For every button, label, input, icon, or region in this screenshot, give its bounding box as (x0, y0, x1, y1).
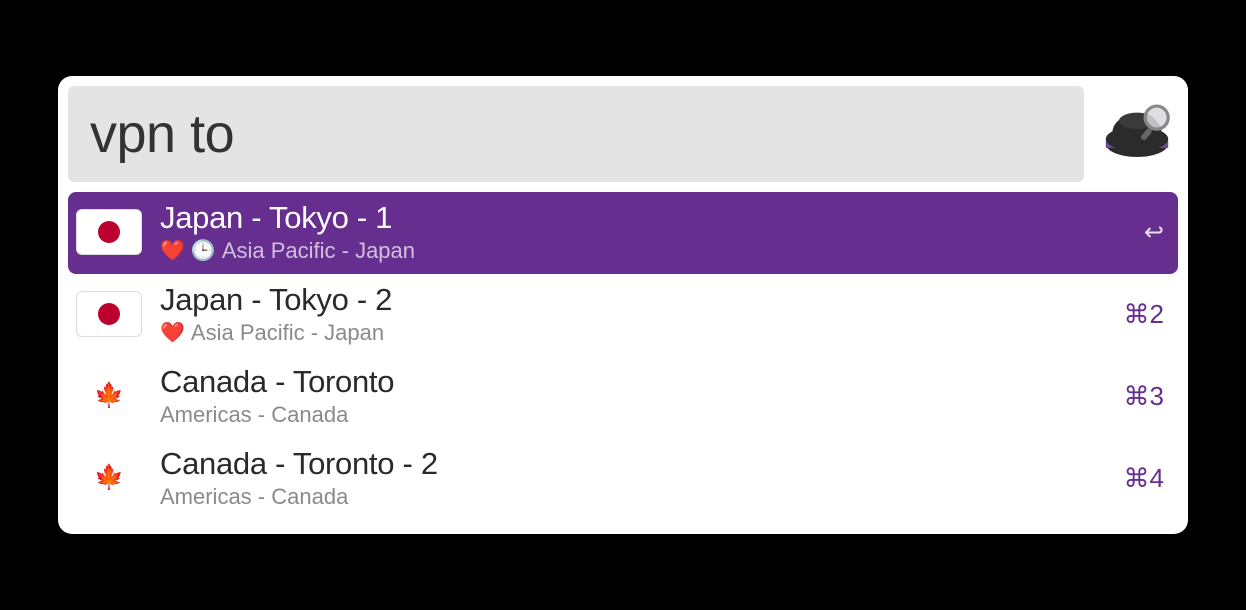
result-item-japan-tokyo-1[interactable]: Japan - Tokyo - 1 ❤️ 🕒 Asia Pacific - Ja… (68, 192, 1178, 274)
alfred-app-icon (1096, 93, 1178, 175)
result-text: Canada - Toronto - 2 Americas - Canada (160, 446, 1096, 510)
heart-icon: ❤️ (160, 241, 185, 261)
shortcut-hint: ⌘3 (1114, 381, 1164, 412)
return-icon: ↩ (1144, 218, 1164, 247)
search-input[interactable] (68, 86, 1084, 182)
result-subtitle-row: ❤️ 🕒 Asia Pacific - Japan (160, 238, 1126, 264)
result-subtitle-row: ❤️ Asia Pacific - Japan (160, 320, 1096, 346)
launcher-window: Japan - Tokyo - 1 ❤️ 🕒 Asia Pacific - Ja… (58, 76, 1188, 534)
result-title: Japan - Tokyo - 1 (160, 200, 1126, 236)
flag-japan-icon (76, 291, 142, 337)
shortcut-hint: ⌘2 (1114, 299, 1164, 330)
result-subtitle: Americas - Canada (160, 402, 348, 428)
clock-icon: 🕒 (191, 241, 216, 261)
result-text: Japan - Tokyo - 2 ❤️ Asia Pacific - Japa… (160, 282, 1096, 346)
result-title: Japan - Tokyo - 2 (160, 282, 1096, 318)
flag-canada-icon: 🍁 (76, 455, 142, 501)
flag-canada-icon: 🍁 (76, 373, 142, 419)
result-title: Canada - Toronto (160, 364, 1096, 400)
result-subtitle: Asia Pacific - Japan (191, 320, 384, 346)
heart-icon: ❤️ (160, 323, 185, 343)
result-item-japan-tokyo-2[interactable]: Japan - Tokyo - 2 ❤️ Asia Pacific - Japa… (68, 274, 1178, 356)
result-title: Canada - Toronto - 2 (160, 446, 1096, 482)
result-item-canada-toronto[interactable]: 🍁 Canada - Toronto Americas - Canada ⌘3 (68, 356, 1178, 438)
result-subtitle-row: Americas - Canada (160, 402, 1096, 428)
shortcut-hint: ⌘4 (1114, 463, 1164, 494)
result-item-canada-toronto-2[interactable]: 🍁 Canada - Toronto - 2 Americas - Canada… (68, 438, 1178, 520)
result-subtitle: Asia Pacific - Japan (222, 238, 415, 264)
result-subtitle-row: Americas - Canada (160, 484, 1096, 510)
result-subtitle: Americas - Canada (160, 484, 348, 510)
result-text: Japan - Tokyo - 1 ❤️ 🕒 Asia Pacific - Ja… (160, 200, 1126, 264)
result-text: Canada - Toronto Americas - Canada (160, 364, 1096, 428)
search-row (68, 86, 1178, 182)
results-list: Japan - Tokyo - 1 ❤️ 🕒 Asia Pacific - Ja… (68, 192, 1178, 520)
flag-japan-icon (76, 209, 142, 255)
